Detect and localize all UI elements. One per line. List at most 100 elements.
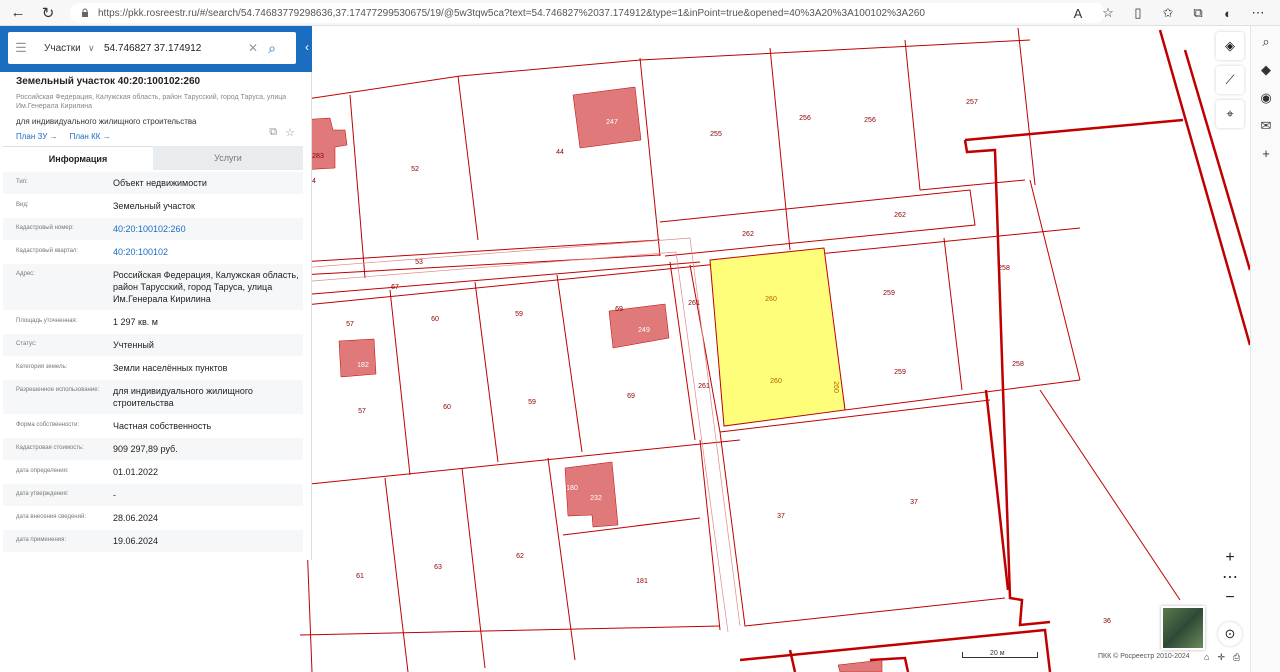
collapse-panel-icon[interactable]: ‹ (300, 40, 314, 58)
row-label: Кадастровая стоимость: (16, 445, 84, 451)
cadastral-number-link[interactable]: 40:20:100102:260 (100, 218, 303, 240)
search-icon[interactable]: ⌕ (262, 40, 282, 57)
collections-icon[interactable]: ⧉ (1186, 5, 1210, 21)
cadastral-quarter-link[interactable]: 40:20:100102 (100, 241, 303, 263)
back-icon[interactable]: ← (6, 1, 30, 25)
parcel-label: 247 (606, 119, 618, 126)
more-zoom-icon[interactable]: ⋯ (1216, 568, 1244, 588)
copy-icon[interactable]: ⧉ (269, 126, 277, 139)
table-row: дата определения: 01.01.2022 (3, 461, 303, 484)
browser-actions: A ☆ ▯ ✩ ⧉ ◐ ⋯ (1066, 0, 1280, 26)
parcel-label: 61 (356, 573, 364, 580)
address-bar[interactable]: https://pkk.rosreestr.ru/#/search/54.746… (70, 3, 1105, 23)
row-label: Разрешенное использование: (16, 387, 100, 393)
row-label: Адрес: (16, 271, 35, 277)
parcel-label: 53 (415, 259, 423, 266)
tab-info[interactable]: Информация (3, 146, 153, 170)
parcel-label: 36 (1103, 618, 1111, 625)
plan-zu-link[interactable]: План ЗУ → (16, 132, 58, 141)
parcel-label: 69 (627, 393, 635, 400)
parcel-label: 258 (1012, 361, 1024, 368)
star-icon[interactable]: ☆ (285, 126, 295, 139)
tab-services[interactable]: Услуги (153, 146, 303, 170)
info-panel: ☰ Участки ∨ ✕ ⌕ ‹ Земельный участок 40:2… (0, 26, 312, 560)
row-value: Земельный участок (113, 201, 195, 211)
parcel-label: 259 (883, 290, 895, 297)
row-label: дата определения: (16, 468, 69, 474)
browser-sidebar: ⌕ ◆ ◉ ✉ + (1250, 26, 1280, 672)
building[interactable] (837, 659, 883, 672)
read-aloud-icon[interactable]: A (1066, 6, 1090, 21)
parcel-label: 262 (894, 212, 906, 219)
parcel-label: 67 (391, 284, 399, 291)
parcel-label: 44 (556, 149, 564, 156)
layers-icon[interactable]: ◈ (1216, 32, 1244, 60)
search-input[interactable] (104, 42, 244, 54)
parcel-label: 249 (638, 327, 650, 334)
menu-icon[interactable]: ☰ (8, 40, 34, 56)
add-sidebar-icon[interactable]: + (1251, 142, 1280, 166)
parcel-use: для индивидуального жилищного строительс… (16, 117, 197, 126)
row-value: 1 297 кв. м (113, 317, 158, 327)
row-label: Площадь уточненная: (16, 318, 78, 324)
parcel-label: 59 (528, 399, 536, 406)
parcel-label: 262 (742, 231, 754, 238)
building[interactable] (338, 338, 377, 378)
basemap-switcher[interactable] (1161, 606, 1205, 650)
reload-icon[interactable]: ↻ (36, 1, 60, 25)
table-row: Кадастровый номер: 40:20:100102:260 (3, 218, 303, 241)
search-bar: ☰ Участки ∨ ✕ ⌕ (8, 32, 296, 64)
parcel-label: 260 (765, 296, 777, 303)
parcel-label: 37 (777, 513, 785, 520)
parcel-label: 37 (910, 499, 918, 506)
building[interactable] (572, 86, 642, 149)
table-row: дата применения: 19.06.2024 (3, 530, 303, 553)
table-row: Статус: Учтенный (3, 334, 303, 357)
locate-icon[interactable]: ⌖ (1216, 100, 1244, 128)
zoom-out-icon[interactable]: − (1216, 588, 1244, 608)
favorites-icon[interactable]: ✩ (1156, 5, 1180, 21)
map-bottom-tools: ⌂ ✛ ⎙ (1204, 652, 1240, 663)
compass-icon[interactable]: ⊙ (1218, 622, 1242, 646)
tools-icon[interactable]: ◆ (1251, 58, 1280, 82)
parcel-label: 181 (636, 578, 648, 585)
ruler-icon[interactable]: ⟋ (1216, 66, 1244, 94)
crosshair-icon[interactable]: ✛ (1217, 652, 1225, 663)
info-table: Тип: Объект недвижимости Вид: Земельный уч… (3, 172, 303, 553)
table-row: дата внесения сведений: 28.06.2024 (3, 507, 303, 530)
row-value: Объект недвижимости (113, 178, 207, 188)
parcel-label: 261 (698, 383, 710, 390)
parcel-label: 52 (411, 166, 419, 173)
copyright: ПКК © Росреестр 2010-2024 (1098, 653, 1190, 660)
parcel-title: Земельный участок 40:20:100102:260 (16, 76, 201, 87)
games-icon[interactable]: ◉ (1251, 86, 1280, 110)
row-label: Кадастровый номер: (16, 225, 74, 231)
plan-kk-link[interactable]: План КК → (70, 132, 111, 141)
split-screen-icon[interactable]: ▯ (1126, 5, 1150, 21)
browser-toolbar: ← ↻ https://pkk.rosreestr.ru/#/search/54… (0, 0, 1280, 26)
chevron-down-icon[interactable]: ∨ (88, 43, 104, 54)
parcel-label: 259 (894, 369, 906, 376)
table-row: Разрешенное использование: для индивидуал… (3, 380, 303, 415)
row-label: дата утверждения: (16, 491, 69, 497)
search-category[interactable]: Участки (34, 43, 88, 54)
selected-parcel[interactable] (709, 247, 846, 427)
row-value: 28.06.2024 (113, 513, 159, 523)
parcel-label: 256 (799, 115, 811, 122)
search-sidebar-icon[interactable]: ⌕ (1251, 30, 1280, 54)
row-value: Земли населённых пунктов (113, 363, 228, 373)
close-icon[interactable]: ✕ (244, 41, 262, 55)
outlook-icon[interactable]: ✉ (1251, 114, 1280, 138)
zoom-in-icon[interactable]: + (1216, 548, 1244, 568)
parcel-label: 60 (443, 404, 451, 411)
table-row: Тип: Объект недвижимости (3, 172, 303, 195)
parcel-label: 257 (966, 99, 978, 106)
parcel-header: Земельный участок 40:20:100102:260 Росси… (16, 76, 306, 141)
more-icon[interactable]: ⋯ (1246, 5, 1270, 21)
table-row: Площадь уточненная: 1 297 кв. м (3, 311, 303, 334)
print-icon[interactable]: ⎙ (1233, 652, 1240, 663)
extension-icon[interactable]: ◐ (1216, 6, 1240, 21)
favorite-star-icon[interactable]: ☆ (1096, 5, 1120, 21)
home-icon[interactable]: ⌂ (1204, 652, 1209, 663)
parcel-tools: ⧉ ☆ (269, 126, 295, 139)
